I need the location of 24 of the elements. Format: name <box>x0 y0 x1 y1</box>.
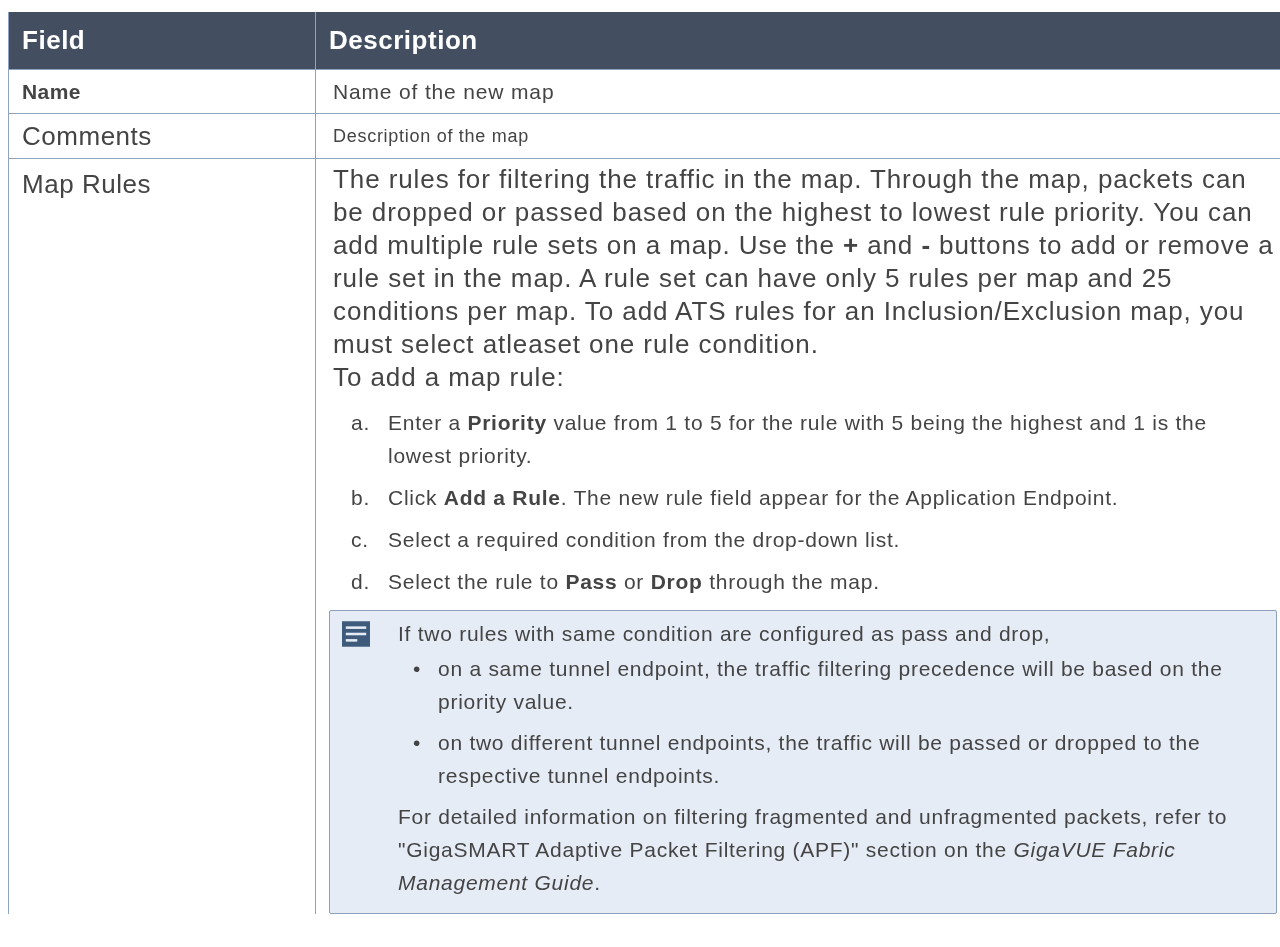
step-marker: a. <box>351 410 371 436</box>
step-text: Select a required condition from the drop-down list. <box>388 527 901 553</box>
field-name: Comments <box>22 119 152 153</box>
bullet-icon: • <box>413 726 438 792</box>
description-text: Description of the map <box>333 124 530 148</box>
field-name: Name <box>22 78 81 105</box>
note-icon <box>342 621 370 647</box>
description-text: The rules for filtering the traffic in the map. Through the map, packets can be dropped or passed based on the highest to lowest rule priority. You can add multiple rule sets on a map. Use the + and - buttons to add or remove a rule set in the map. A rule set can have only 5 rules per map and 25 conditions per map. To add ATS rules for an Inclusion/Exclusion map, you must select atleaset one rule condition. <box>333 163 1275 361</box>
note-text: on two different tunnel endpoints, the traffic will be passed or dropped to the respective tunnel endpoints. <box>438 730 1202 789</box>
note-text: If two rules with same condition are configured as pass and drop, <box>398 621 1052 647</box>
column-header: Description <box>328 24 479 57</box>
field-name: Map Rules <box>22 168 151 201</box>
step-marker: d. <box>351 569 371 595</box>
note-text: For detailed information on filtering fragmented and unfragmented packets, refer to "GigaSMART Adaptive Packet Filtering (APF)" section on the GigaVUE Fabric Management Guide. <box>398 804 1229 896</box>
note-text: on a same tunnel endpoint, the traffic filtering precedence will be based on the priority value. <box>438 656 1224 715</box>
step-marker: c. <box>351 527 370 553</box>
step-text: Enter a Priority value from 1 to 5 for the rule with 5 being the highest and 1 is the lowest priority. <box>388 410 1208 469</box>
step-text: Select the rule to Pass or Drop through the map. <box>388 569 880 595</box>
bullet-icon: • <box>413 652 438 718</box>
step-text: Click Add a Rule. The new rule field appear for the Application Endpoint. <box>388 485 1119 511</box>
column-header: Field <box>9 12 316 69</box>
description-text: To add a map rule: <box>333 361 566 394</box>
description-text: Name of the new map <box>333 78 556 105</box>
step-marker: b. <box>351 485 371 511</box>
